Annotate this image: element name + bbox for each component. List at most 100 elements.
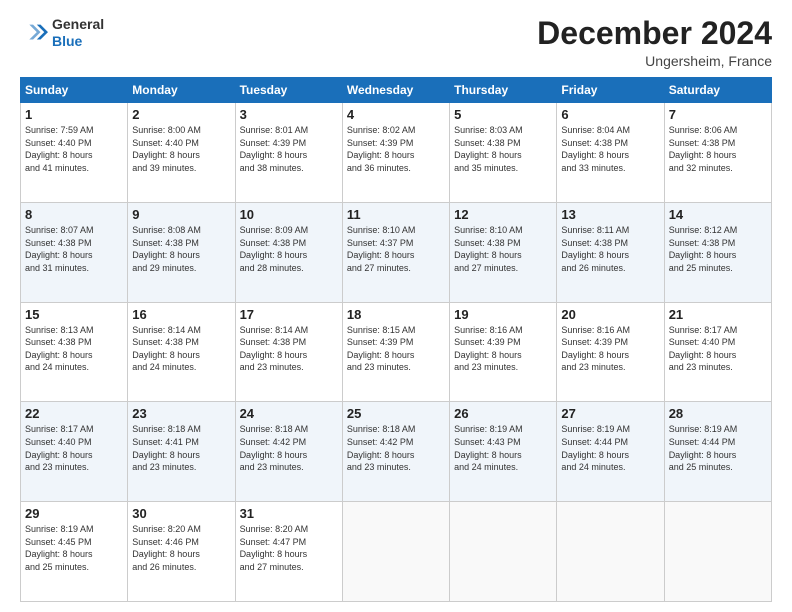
month-title: December 2024 [537,16,772,51]
day-info: Sunrise: 8:20 AMSunset: 4:47 PMDaylight:… [240,523,338,573]
calendar-cell: 4 Sunrise: 8:02 AMSunset: 4:39 PMDaylight… [342,103,449,203]
calendar-cell: 21Sunrise: 8:17 AMSunset: 4:40 PMDayligh… [664,302,771,402]
day-of-week-header: Wednesday [342,78,449,103]
location: Ungersheim, France [537,53,772,69]
day-info: Sunrise: 8:13 AMSunset: 4:38 PMDaylight:… [25,324,123,374]
day-number: 11 [347,207,445,222]
calendar-cell: 6 Sunrise: 8:04 AMSunset: 4:38 PMDaylight… [557,103,664,203]
page: General Blue December 2024 Ungersheim, F… [0,0,792,612]
day-number: 20 [561,307,659,322]
day-info: Sunrise: 8:04 AMSunset: 4:38 PMDaylight:… [561,124,659,174]
day-info: Sunrise: 8:00 AMSunset: 4:40 PMDaylight:… [132,124,230,174]
calendar-cell: 3 Sunrise: 8:01 AMSunset: 4:39 PMDaylight… [235,103,342,203]
calendar-cell: 17 Sunrise: 8:14 AMSunset: 4:38 PMDayligh… [235,302,342,402]
day-info: Sunrise: 8:02 AMSunset: 4:39 PMDaylight:… [347,124,445,174]
day-of-week-header: Friday [557,78,664,103]
day-info: Sunrise: 8:15 AMSunset: 4:39 PMDaylight:… [347,324,445,374]
logo-blue: Blue [52,33,104,50]
day-number: 1 [25,107,123,122]
calendar-cell: 15 Sunrise: 8:13 AMSunset: 4:38 PMDayligh… [21,302,128,402]
calendar-cell: 31 Sunrise: 8:20 AMSunset: 4:47 PMDayligh… [235,502,342,602]
day-info: Sunrise: 8:01 AMSunset: 4:39 PMDaylight:… [240,124,338,174]
day-info: Sunrise: 8:14 AMSunset: 4:38 PMDaylight:… [132,324,230,374]
day-info: Sunrise: 8:06 AMSunset: 4:38 PMDaylight:… [669,124,767,174]
day-number: 18 [347,307,445,322]
calendar-cell: 8 Sunrise: 8:07 AMSunset: 4:38 PMDaylight… [21,202,128,302]
calendar-cell: 29 Sunrise: 8:19 AMSunset: 4:45 PMDayligh… [21,502,128,602]
day-number: 13 [561,207,659,222]
day-info: Sunrise: 8:17 AMSunset: 4:40 PMDaylight:… [25,423,123,473]
day-number: 25 [347,406,445,421]
calendar-cell: 19 Sunrise: 8:16 AMSunset: 4:39 PMDayligh… [450,302,557,402]
day-number: 7 [669,107,767,122]
day-of-week-header: Saturday [664,78,771,103]
day-number: 12 [454,207,552,222]
day-of-week-header: Tuesday [235,78,342,103]
day-info: Sunrise: 8:03 AMSunset: 4:38 PMDaylight:… [454,124,552,174]
day-number: 14 [669,207,767,222]
calendar-table: SundayMondayTuesdayWednesdayThursdayFrid… [20,77,772,602]
title-block: December 2024 Ungersheim, France [537,16,772,69]
calendar-cell: 9 Sunrise: 8:08 AMSunset: 4:38 PMDaylight… [128,202,235,302]
calendar-cell: 10Sunrise: 8:09 AMSunset: 4:38 PMDayligh… [235,202,342,302]
day-info: Sunrise: 8:10 AMSunset: 4:37 PMDaylight:… [347,224,445,274]
calendar-cell: 12Sunrise: 8:10 AMSunset: 4:38 PMDayligh… [450,202,557,302]
day-of-week-header: Thursday [450,78,557,103]
day-number: 4 [347,107,445,122]
day-number: 29 [25,506,123,521]
logo-general: General [52,16,104,33]
day-number: 26 [454,406,552,421]
day-info: Sunrise: 8:18 AMSunset: 4:42 PMDaylight:… [347,423,445,473]
calendar-cell: 16Sunrise: 8:14 AMSunset: 4:38 PMDayligh… [128,302,235,402]
logo-icon [20,19,48,47]
day-number: 19 [454,307,552,322]
day-info: Sunrise: 8:09 AMSunset: 4:38 PMDaylight:… [240,224,338,274]
day-info: Sunrise: 8:16 AMSunset: 4:39 PMDaylight:… [561,324,659,374]
day-info: Sunrise: 8:16 AMSunset: 4:39 PMDaylight:… [454,324,552,374]
day-number: 31 [240,506,338,521]
day-number: 2 [132,107,230,122]
day-info: Sunrise: 8:11 AMSunset: 4:38 PMDaylight:… [561,224,659,274]
calendar-cell [664,502,771,602]
day-info: Sunrise: 8:19 AMSunset: 4:44 PMDaylight:… [669,423,767,473]
day-number: 30 [132,506,230,521]
day-number: 15 [25,307,123,322]
day-number: 8 [25,207,123,222]
day-info: Sunrise: 7:59 AMSunset: 4:40 PMDaylight:… [25,124,123,174]
day-of-week-header: Sunday [21,78,128,103]
calendar-cell: 1 Sunrise: 7:59 AMSunset: 4:40 PMDaylight… [21,103,128,203]
calendar-cell: 7 Sunrise: 8:06 AMSunset: 4:38 PMDaylight… [664,103,771,203]
day-info: Sunrise: 8:14 AMSunset: 4:38 PMDaylight:… [240,324,338,374]
day-info: Sunrise: 8:08 AMSunset: 4:38 PMDaylight:… [132,224,230,274]
day-number: 6 [561,107,659,122]
calendar-cell: 25 Sunrise: 8:18 AMSunset: 4:42 PMDayligh… [342,402,449,502]
day-number: 17 [240,307,338,322]
day-info: Sunrise: 8:07 AMSunset: 4:38 PMDaylight:… [25,224,123,274]
calendar-cell: 22 Sunrise: 8:17 AMSunset: 4:40 PMDayligh… [21,402,128,502]
day-info: Sunrise: 8:18 AMSunset: 4:42 PMDaylight:… [240,423,338,473]
calendar-cell [450,502,557,602]
day-number: 27 [561,406,659,421]
day-info: Sunrise: 8:20 AMSunset: 4:46 PMDaylight:… [132,523,230,573]
day-info: Sunrise: 8:19 AMSunset: 4:45 PMDaylight:… [25,523,123,573]
day-number: 28 [669,406,767,421]
calendar-cell: 2 Sunrise: 8:00 AMSunset: 4:40 PMDaylight… [128,103,235,203]
day-of-week-header: Monday [128,78,235,103]
calendar-cell: 24 Sunrise: 8:18 AMSunset: 4:42 PMDayligh… [235,402,342,502]
calendar-cell: 23Sunrise: 8:18 AMSunset: 4:41 PMDayligh… [128,402,235,502]
day-number: 3 [240,107,338,122]
day-number: 9 [132,207,230,222]
calendar-cell: 18 Sunrise: 8:15 AMSunset: 4:39 PMDayligh… [342,302,449,402]
calendar-cell [557,502,664,602]
day-number: 22 [25,406,123,421]
logo-text: General Blue [52,16,104,50]
calendar-cell [342,502,449,602]
day-info: Sunrise: 8:19 AMSunset: 4:43 PMDaylight:… [454,423,552,473]
calendar-cell: 11 Sunrise: 8:10 AMSunset: 4:37 PMDayligh… [342,202,449,302]
day-info: Sunrise: 8:19 AMSunset: 4:44 PMDaylight:… [561,423,659,473]
header: General Blue December 2024 Ungersheim, F… [20,16,772,69]
day-number: 24 [240,406,338,421]
day-number: 5 [454,107,552,122]
day-number: 21 [669,307,767,322]
calendar-cell: 13 Sunrise: 8:11 AMSunset: 4:38 PMDayligh… [557,202,664,302]
